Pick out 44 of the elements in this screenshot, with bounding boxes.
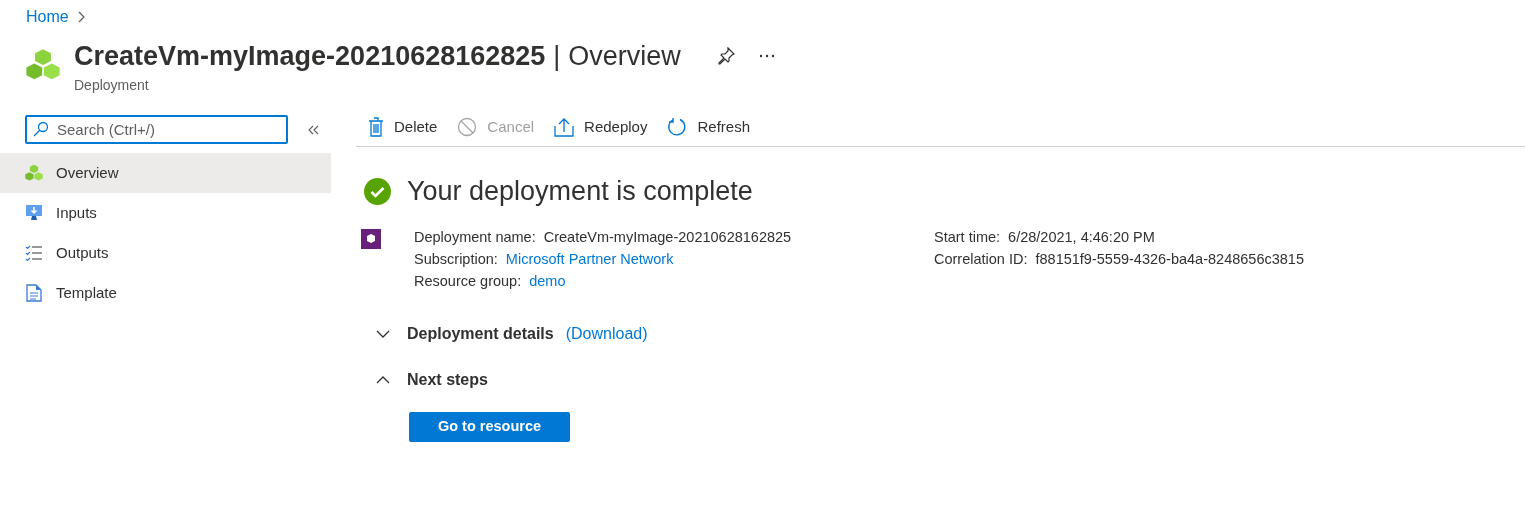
deployment-icon — [361, 228, 381, 249]
property-link[interactable]: demo — [529, 270, 566, 293]
cancel-icon — [457, 117, 478, 137]
property-label: Resource group: — [414, 271, 522, 291]
trash-icon — [368, 117, 384, 137]
page-subtitle: Deployment — [74, 75, 150, 95]
cubes-icon — [24, 163, 44, 183]
search-field[interactable]: Search (Ctrl+/) — [25, 115, 288, 144]
breadcrumb-link[interactable]: Home — [26, 4, 69, 29]
monitor-icon — [25, 204, 43, 222]
property-value: f88151f9-5559-4326-ba4a-8248656c3815 — [1035, 249, 1304, 269]
download-link[interactable]: (Download) — [565, 321, 648, 346]
search-icon — [33, 121, 49, 137]
checklist-icon — [25, 244, 43, 262]
property-label: Deployment name: — [414, 227, 536, 247]
sidebar-item[interactable]: Template — [0, 273, 331, 313]
property-link[interactable]: Microsoft Partner Network — [505, 248, 674, 271]
chevron-down-icon — [376, 329, 390, 338]
chevron-up-icon — [376, 375, 390, 384]
sidebar-item[interactable]: Inputs — [0, 193, 331, 233]
property-label: Correlation ID: — [934, 249, 1028, 269]
sidebar-item[interactable]: Outputs — [0, 233, 331, 273]
chevron-right-icon — [76, 10, 85, 23]
property-label: Start time: — [934, 227, 1001, 247]
upload-icon — [554, 117, 575, 137]
refresh-icon — [667, 117, 688, 137]
toolbar-button[interactable]: Refresh — [667, 115, 750, 139]
collapse-button[interactable] — [308, 124, 320, 135]
property-value: CreateVm-myImage-20210628162825 — [543, 227, 792, 247]
more-icon — [758, 54, 775, 59]
page-section-title: Overview — [568, 40, 681, 73]
status-heading: Your deployment is complete — [407, 175, 753, 208]
toolbar-button[interactable]: Redeploy — [554, 115, 648, 139]
property-label: Subscription: — [414, 249, 498, 269]
page-title: CreateVm-myImage-20210628162825 — [74, 40, 546, 73]
go-to-resource-button[interactable]: Go to resource — [409, 411, 570, 442]
section-toggle[interactable]: Deployment details — [376, 321, 554, 346]
section-toggle[interactable]: Next steps — [376, 367, 488, 392]
toolbar-button[interactable]: Delete — [368, 115, 438, 139]
sidebar-item[interactable]: Overview — [0, 153, 331, 193]
document-icon — [26, 284, 42, 302]
success-icon — [364, 177, 391, 205]
title-separator: | — [553, 40, 561, 73]
property-value: 6/28/2021, 4:46:20 PM — [1008, 227, 1155, 247]
